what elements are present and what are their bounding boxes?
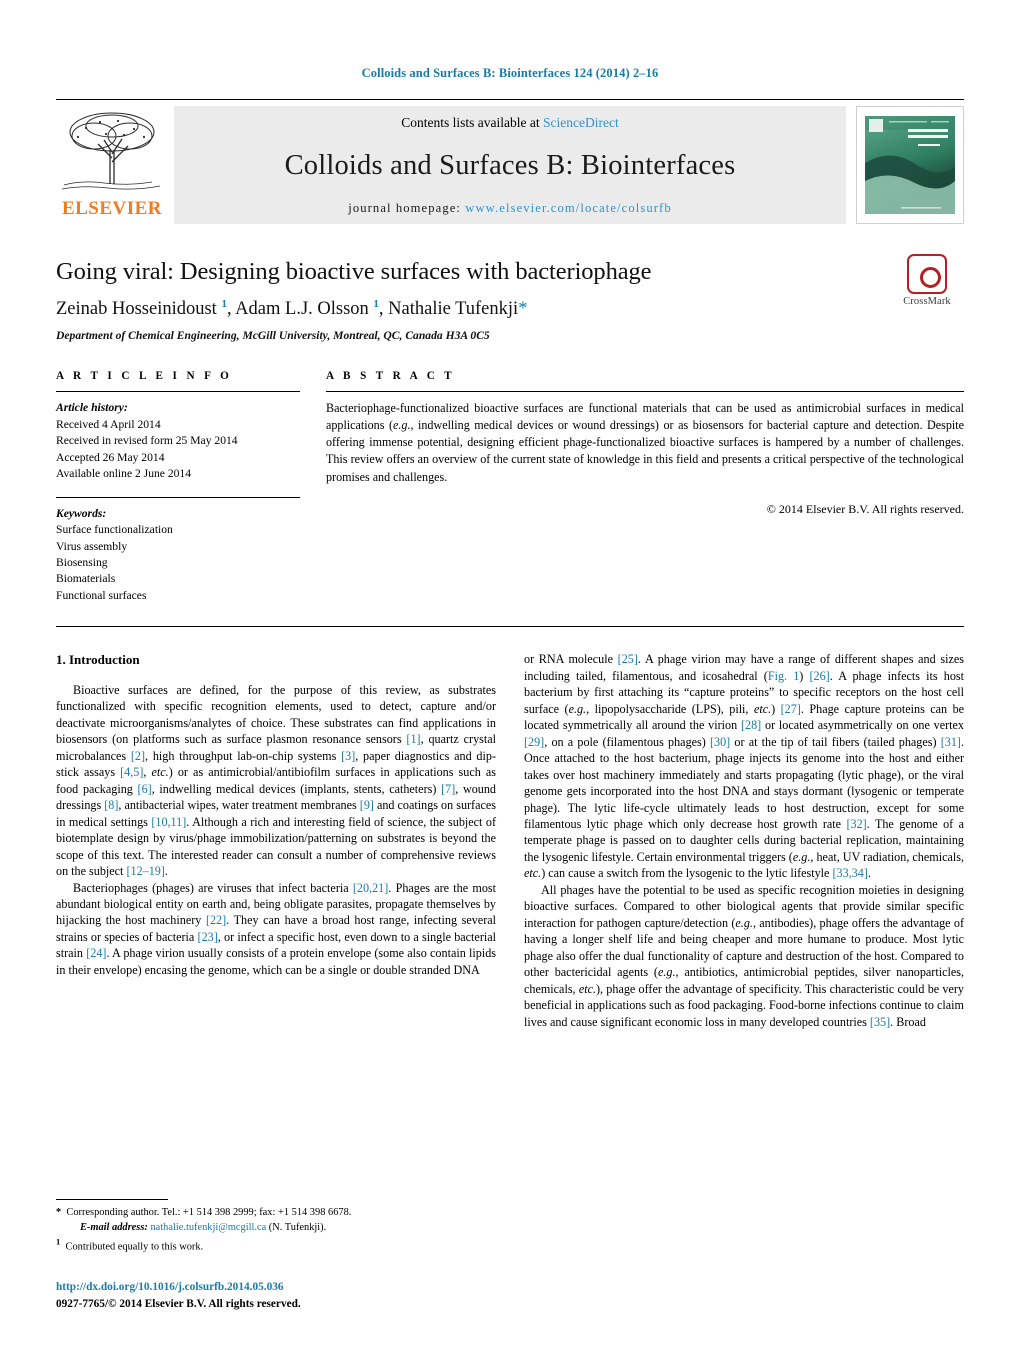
crossmark-badge[interactable]: CrossMark [890,254,964,307]
abstract-heading: A B S T R A C T [326,370,456,383]
sciencedirect-link[interactable]: ScienceDirect [543,115,619,130]
article-info-heading: A R T I C L E I N F O [56,370,233,383]
banner-top-rule [56,99,964,100]
section-divider-rule [56,626,964,628]
abstract-rule-top [326,391,964,393]
paragraph: Bioactive surfaces are defined, for the … [56,682,497,879]
article-title: Going viral: Designing bioactive surface… [56,258,652,285]
body-columns: 1. Introduction Bioactive surfaces are d… [56,651,964,1030]
running-head: Colloids and Surfaces B: Biointerfaces 1… [361,66,659,80]
paragraph: Bacteriophages (phages) are viruses that… [56,880,496,977]
keyword-item: Biomaterials [56,572,116,586]
journal-cover-thumbnail [856,106,964,224]
paragraph: or RNA molecule [25]. A phage virion may… [524,652,965,881]
paragraph: All phages have the potential to be used… [524,882,964,1029]
abstract-copyright: © 2014 Elsevier B.V. All rights reserved… [766,501,964,516]
keyword-item: Biosensing [56,555,108,569]
section-title-introduction: 1. Introduction [56,652,140,668]
info-rule-top [56,391,300,393]
journal-cover-image [861,111,959,219]
contents-line: Contents lists available at ScienceDirec… [401,115,618,131]
article-history-block: Article history: Received 4 April 2014 R… [56,400,300,482]
history-item: Available online 2 June 2014 [56,467,192,481]
body-column-left: 1. Introduction Bioactive surfaces are d… [56,651,496,1030]
body-column-right: or RNA molecule [25]. A phage virion may… [524,651,964,1030]
crossmark-label: CrossMark [903,296,951,307]
author-list: Zeinab Hosseinidoust 1, Adam L.J. Olsson… [56,298,528,320]
history-item: Received 4 April 2014 [56,417,161,431]
homepage-url-link[interactable]: www.elsevier.com/locate/colsurfb [465,201,671,215]
journal-banner: ELSEVIER Contents lists available at Sci… [56,99,964,224]
banner-center: Contents lists available at ScienceDirec… [174,106,846,224]
keyword-item: Functional surfaces [56,588,147,602]
footnote-email[interactable]: E-mail address: nathalie.tufenkji@mcgill… [56,1220,496,1236]
homepage-label: journal homepage: [348,201,462,215]
contents-prefix: Contents lists available at [401,115,543,130]
elsevier-tree-icon [56,106,168,198]
article-info-column: A R T I C L E I N F O Article history: R… [56,370,326,604]
footer-identifiers: http://dx.doi.org/10.1016/j.colsurfb.201… [56,1279,576,1313]
author-affiliation: Department of Chemical Engineering, McGi… [56,329,490,343]
journal-homepage-line: journal homepage: www.elsevier.com/locat… [348,201,671,216]
footnotes: * Corresponding author. Tel.: +1 514 398… [56,1198,496,1255]
abstract-text: Bacteriophage-functionalized bioactive s… [326,401,964,484]
keyword-item: Virus assembly [56,539,128,553]
journal-title: Colloids and Surfaces B: Biointerfaces [284,150,736,181]
doi-link[interactable]: http://dx.doi.org/10.1016/j.colsurfb.201… [56,1279,576,1296]
issn-copyright-line: 0927-7765/© 2014 Elsevier B.V. All right… [56,1298,301,1311]
history-item: Accepted 26 May 2014 [56,450,165,464]
history-item: Received in revised form 25 May 2014 [56,434,238,448]
footnote-corresponding-author: * Corresponding author. Tel.: +1 514 398… [56,1206,352,1218]
elsevier-logo: ELSEVIER [56,106,174,224]
footnote-rule [56,1198,168,1200]
title-block: CrossMark Going viral: Designing bioacti… [56,254,964,343]
keyword-item: Surface functionalization [56,523,173,537]
footnote-equal-contribution: 1 Contributed equally to this work. [56,1236,204,1253]
abstract-column: A B S T R A C T Bacteriophage-functional… [326,370,964,604]
keywords-block: Keywords: Surface functionalization Viru… [56,506,300,605]
keywords-label: Keywords: [56,506,107,520]
article-history-label: Article history: [56,401,128,415]
elsevier-wordmark: ELSEVIER [61,198,163,219]
info-abstract-row: A R T I C L E I N F O Article history: R… [56,370,964,604]
crossmark-icon [907,254,947,294]
info-rule-mid [56,496,300,498]
article-page: Colloids and Surfaces B: Biointerfaces 1… [0,0,1020,1351]
